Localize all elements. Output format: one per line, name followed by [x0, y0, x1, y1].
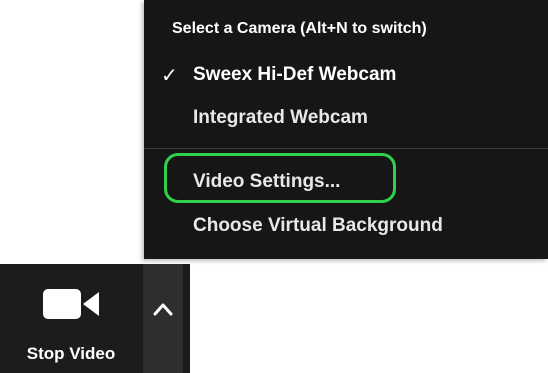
- menu-item-label: Sweex Hi-Def Webcam: [193, 64, 397, 85]
- menu-item-video-settings[interactable]: Video Settings...: [144, 161, 548, 201]
- camera-select-menu: Select a Camera (Alt+N to switch) ✓ Swee…: [144, 0, 548, 259]
- stop-video-label: Stop Video: [26, 344, 116, 363]
- menu-header: Select a Camera (Alt+N to switch): [172, 20, 427, 37]
- video-camera-icon: [43, 289, 99, 319]
- menu-item-label: Integrated Webcam: [193, 107, 368, 128]
- toolbar-edge: [183, 264, 190, 373]
- zoom-video-controls: Select a Camera (Alt+N to switch) ✓ Swee…: [0, 0, 548, 373]
- menu-item-integrated-webcam[interactable]: Integrated Webcam: [144, 97, 548, 137]
- video-options-button[interactable]: [143, 264, 183, 373]
- menu-item-virtual-background[interactable]: Choose Virtual Background: [144, 205, 548, 245]
- chevron-up-icon: [153, 303, 173, 316]
- menu-divider: [144, 148, 548, 149]
- checkmark-icon: ✓: [161, 65, 178, 87]
- meeting-toolbar: Stop Video: [0, 264, 190, 373]
- menu-item-label: Choose Virtual Background: [193, 215, 443, 236]
- stop-video-button[interactable]: Stop Video: [0, 264, 142, 373]
- menu-item-label: Video Settings...: [193, 171, 341, 192]
- menu-item-sweex-webcam[interactable]: ✓ Sweex Hi-Def Webcam: [144, 54, 548, 94]
